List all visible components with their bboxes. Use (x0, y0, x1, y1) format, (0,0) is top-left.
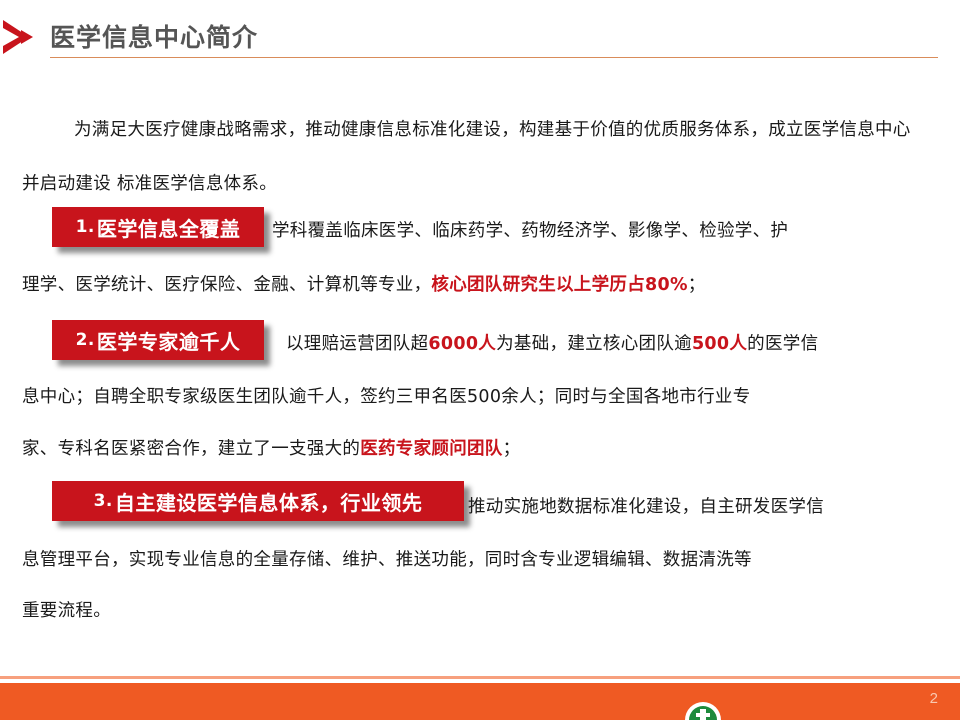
company-logo-icon (685, 702, 721, 720)
section-2-badge-label: 医学专家逾千人 (96, 329, 241, 354)
section-2-line-1-text: 以理赔运营团队超 (286, 334, 429, 354)
section-2-badge: 2. 医学专家逾千人 (52, 320, 264, 360)
section-3-line-1: 推动实施地数据标准化建设，自主研发医学信 (468, 497, 824, 517)
section-3-line-3: 重要流程。 (22, 601, 111, 621)
section-2-line-3-text: 家、专科名医紧密合作，建立了一支强大的 (22, 439, 361, 459)
footer-accent-line (0, 676, 960, 679)
section-1-line-2-text: 理学、医学统计、医疗保险、金融、计算机等专业， (22, 275, 432, 295)
intro-paragraph: 为满足大医疗健康战略需求，推动健康信息标准化建设，构建基于价值的优质服务体系，成… (22, 120, 911, 194)
section-3-badge-number: 3. (93, 491, 113, 511)
section-2-highlight-3: 医药专家顾问团队 (360, 439, 503, 459)
section-3-badge-label: 自主建设医学信息体系，行业领先 (114, 490, 423, 515)
section-2-badge-number: 2. (75, 330, 95, 350)
section-3-badge: 3. 自主建设医学信息体系，行业领先 (52, 481, 464, 521)
section-1-badge-number: 1. (75, 217, 95, 237)
section-1-badge: 1. 医学信息全覆盖 (52, 207, 264, 247)
page-title: 医学信息中心简介 (50, 23, 259, 52)
section-1-badge-label: 医学信息全覆盖 (96, 216, 241, 241)
page-number: 2 (929, 690, 938, 707)
footer-bar (0, 683, 960, 720)
section-1-line-2: 理学、医学统计、医疗保险、金融、计算机等专业，核心团队研究生以上学历占80%； (22, 271, 706, 296)
title-divider (50, 57, 938, 58)
section-1-line-2-end: ； (687, 275, 706, 295)
section-1-line-1: 学科覆盖临床医学、临床药学、药物经济学、影像学、检验学、护 (272, 221, 789, 241)
section-2-line-3: 家、专科名医紧密合作，建立了一支强大的医药专家顾问团队； (22, 435, 520, 460)
section-3-line-2: 息管理平台，实现专业信息的全量存储、维护、推送功能，同时含专业逻辑编辑、数据清洗… (22, 550, 752, 570)
section-2-highlight-2: 500人 (691, 334, 748, 354)
title-arrow-icon (3, 20, 33, 54)
section-2-line-1-mid: 为基础，建立核心团队逾 (496, 334, 692, 354)
section-2-line-1: 以理赔运营团队超6000人为基础，建立核心团队逾500人的医学信 (286, 330, 818, 355)
section-2-line-1-end: 的医学信 (747, 334, 819, 354)
section-1-highlight: 核心团队研究生以上学历占80% (431, 275, 688, 295)
section-2-line-3-end: ； (502, 439, 521, 459)
section-2-highlight-1: 6000人 (428, 334, 497, 354)
section-2-line-2: 息中心；自聘全职专家级医生团队逾千人，签约三甲名医500余人；同时与全国各地市行… (22, 387, 751, 407)
